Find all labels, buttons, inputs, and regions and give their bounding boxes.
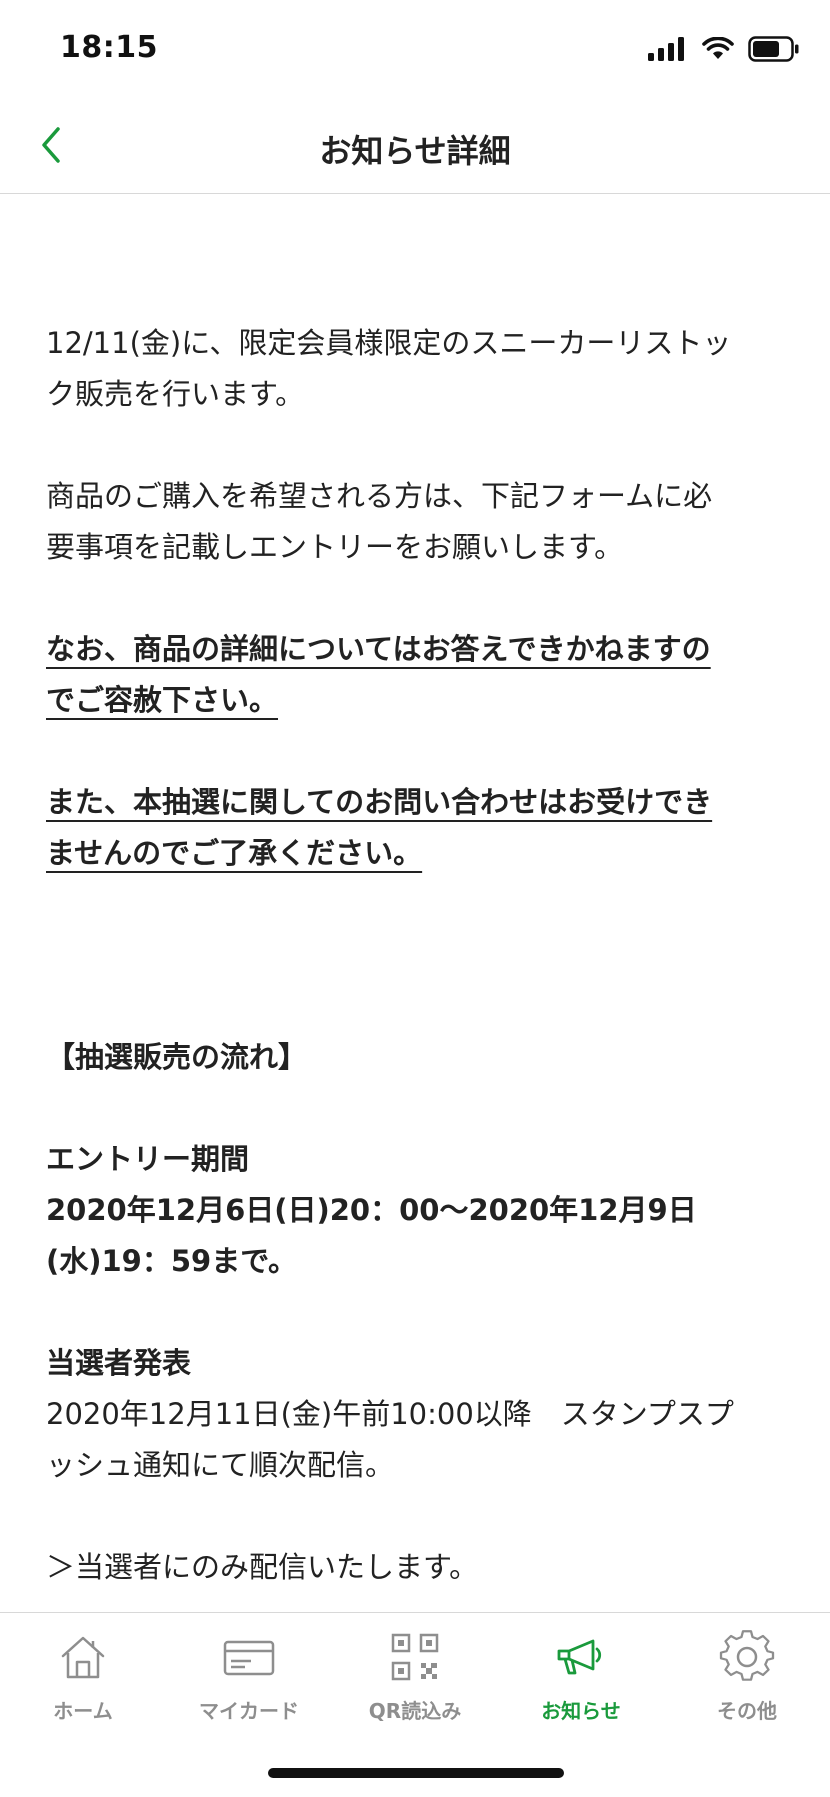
entry-period-line-2: (水)19：59まで。 [46, 1244, 298, 1278]
status-time: 18:15 [60, 30, 158, 65]
status-bar: 18:15 [0, 0, 830, 100]
gear-icon [719, 1630, 775, 1681]
entry-period-label: エントリー期間 [46, 1142, 250, 1176]
winner-label: 当選者発表 [46, 1346, 192, 1380]
tab-home[interactable]: ホーム [0, 1629, 166, 1724]
section-heading: 【抽選販売の流れ】 [46, 1040, 308, 1074]
note1-line-1: なお、商品の詳細についてはお答えできかねますの [46, 632, 711, 666]
card-icon [223, 1640, 275, 1676]
entry-period-line-1: 2020年12月6日(日)20：00〜2020年12月9日 [46, 1193, 697, 1227]
inquiry-note: また、本抽選に関してのお問い合わせはお受けでき ませんのでご了承ください。 [46, 777, 786, 879]
winner-announcement: 2020年12月11日(金)午前10:00以降 スタンプスプ ッシュ通知にて順次… [46, 1389, 786, 1491]
entry-instruction-paragraph: 商品のご購入を希望される方は、下記フォームに必 要事項を記載しエントリーをお願い… [46, 471, 786, 573]
note2-line-2: ませんのでご了承ください。 [46, 836, 423, 870]
instruction-line-2: 要事項を記載しエントリーをお願いします。 [46, 530, 624, 564]
instruction-line-1: 商品のご購入を希望される方は、下記フォームに必 [46, 479, 713, 513]
intro-line-2: ク販売を行います。 [46, 377, 305, 411]
home-indicator[interactable] [268, 1768, 564, 1778]
tab-qr-reader-label: QR読込み [368, 1699, 462, 1723]
tab-qr-reader[interactable]: QR読込み [332, 1629, 498, 1724]
entry-period: 2020年12月6日(日)20：00〜2020年12月9日 (水)19：59まで… [46, 1185, 786, 1287]
intro-paragraph: 12/11(金)に、限定会員様限定のスニーカーリストッ ク販売を行います。 [46, 318, 786, 420]
winner-note: ＞当選者にのみ配信いたします。 [46, 1550, 479, 1584]
page-title: お知らせ詳細 [319, 132, 511, 170]
winner-line-1: 2020年12月11日(金)午前10:00以降 スタンプスプ [46, 1397, 734, 1431]
tab-home-label: ホーム [53, 1699, 113, 1723]
qr-code-icon [391, 1633, 439, 1681]
notice-body: 12/11(金)に、限定会員様限定のスニーカーリストッ ク販売を行います。 商品… [46, 318, 786, 1593]
megaphone-icon [557, 1639, 602, 1675]
tab-notices-label: お知らせ [541, 1699, 621, 1723]
note2-line-1: また、本抽選に関してのお問い合わせはお受けでき [46, 785, 713, 819]
tab-my-card-label: マイカード [199, 1699, 299, 1723]
status-icons [648, 36, 800, 62]
tab-other-label: その他 [717, 1699, 777, 1723]
note1-line-2: でご容赦下さい。 [46, 683, 279, 717]
intro-line-1: 12/11(金)に、限定会員様限定のスニーカーリストッ [46, 326, 732, 360]
nav-bar: お知らせ詳細 [0, 100, 830, 194]
wifi-icon [702, 37, 734, 59]
winner-line-2: ッシュ通知にて順次配信。 [46, 1448, 395, 1482]
tab-other[interactable]: その他 [664, 1629, 830, 1724]
tab-my-card[interactable]: マイカード [166, 1629, 332, 1724]
product-detail-note: なお、商品の詳細についてはお答えできかねますの でご容赦下さい。 [46, 624, 786, 726]
cellular-signal-icon [648, 37, 684, 61]
home-icon [61, 1636, 105, 1679]
battery-icon [748, 36, 799, 62]
tab-notices[interactable]: お知らせ [498, 1629, 664, 1724]
